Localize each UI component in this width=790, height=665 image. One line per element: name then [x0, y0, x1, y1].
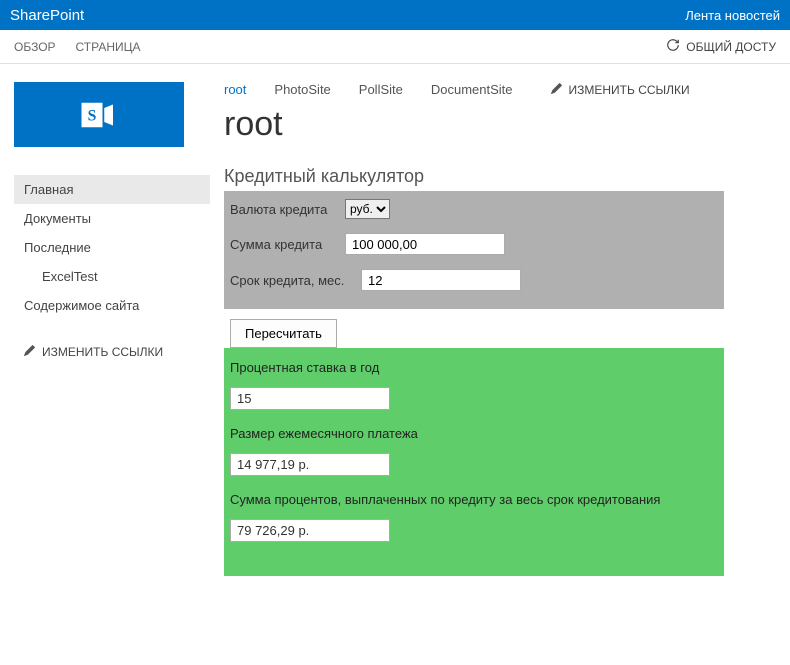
top-nav-pollsite[interactable]: PollSite — [359, 82, 403, 97]
ribbon-tab-page[interactable]: СТРАНИЦА — [76, 40, 141, 54]
sharepoint-icon: S — [78, 94, 120, 136]
quick-launch-edit-links[interactable]: ИЗМЕНИТЬ ССЫЛКИ — [14, 338, 210, 366]
nav-exceltest[interactable]: ExcelTest — [14, 262, 210, 291]
newsfeed-link[interactable]: Лента новостей — [685, 8, 780, 23]
edit-links-label: ИЗМЕНИТЬ ССЫЛКИ — [42, 345, 163, 359]
term-label: Срок кредита, мес. — [230, 273, 361, 288]
rate-value: 15 — [230, 387, 390, 410]
top-nav-edit-links[interactable]: ИЗМЕНИТЬ ССЫЛКИ — [551, 83, 690, 97]
results-panel: Процентная ставка в год 15 Размер ежемес… — [224, 348, 724, 576]
suite-brand[interactable]: SharePoint — [10, 7, 84, 24]
top-nav: root PhotoSite PollSite DocumentSite ИЗМ… — [224, 82, 790, 97]
pencil-icon — [24, 345, 35, 359]
nav-documents[interactable]: Документы — [14, 204, 210, 233]
currency-select[interactable]: руб. — [345, 199, 390, 219]
site-logo[interactable]: S — [14, 82, 184, 147]
calculator-title: Кредитный калькулятор — [224, 166, 790, 187]
nav-home[interactable]: Главная — [14, 175, 210, 204]
amount-label: Сумма кредита — [230, 237, 345, 252]
suite-bar: SharePoint Лента новостей — [0, 0, 790, 30]
nav-site-contents[interactable]: Содержимое сайта — [14, 291, 210, 320]
calculator-form: Валюта кредита руб. Сумма кредита Срок к… — [224, 191, 724, 309]
monthly-value: 14 977,19 р. — [230, 453, 390, 476]
svg-text:S: S — [88, 107, 97, 124]
term-input[interactable] — [361, 269, 521, 291]
top-nav-edit-label: ИЗМЕНИТЬ ССЫЛКИ — [569, 83, 690, 97]
currency-label: Валюта кредита — [230, 202, 345, 217]
total-interest-label: Сумма процентов, выплаченных по кредиту … — [230, 492, 718, 507]
top-nav-photosite[interactable]: PhotoSite — [274, 82, 330, 97]
ribbon: ОБЗОР СТРАНИЦА ОБЩИЙ ДОСТУ — [0, 30, 790, 64]
ribbon-tab-browse[interactable]: ОБЗОР — [14, 40, 56, 54]
share-button[interactable]: ОБЩИЙ ДОСТУ — [666, 38, 776, 55]
amount-input[interactable] — [345, 233, 505, 255]
quick-launch: Главная Документы Последние ExcelTest Со… — [14, 175, 210, 320]
nav-recent[interactable]: Последние — [14, 233, 210, 262]
page-title: root — [224, 105, 790, 144]
top-nav-documentsite[interactable]: DocumentSite — [431, 82, 513, 97]
monthly-label: Размер ежемесячного платежа — [230, 426, 718, 441]
recalculate-button[interactable]: Пересчитать — [230, 319, 337, 348]
pencil-icon — [551, 83, 562, 97]
share-label: ОБЩИЙ ДОСТУ — [686, 40, 776, 54]
rate-label: Процентная ставка в год — [230, 360, 718, 375]
sync-icon — [666, 38, 680, 55]
top-nav-root[interactable]: root — [224, 82, 246, 97]
total-interest-value: 79 726,29 р. — [230, 519, 390, 542]
